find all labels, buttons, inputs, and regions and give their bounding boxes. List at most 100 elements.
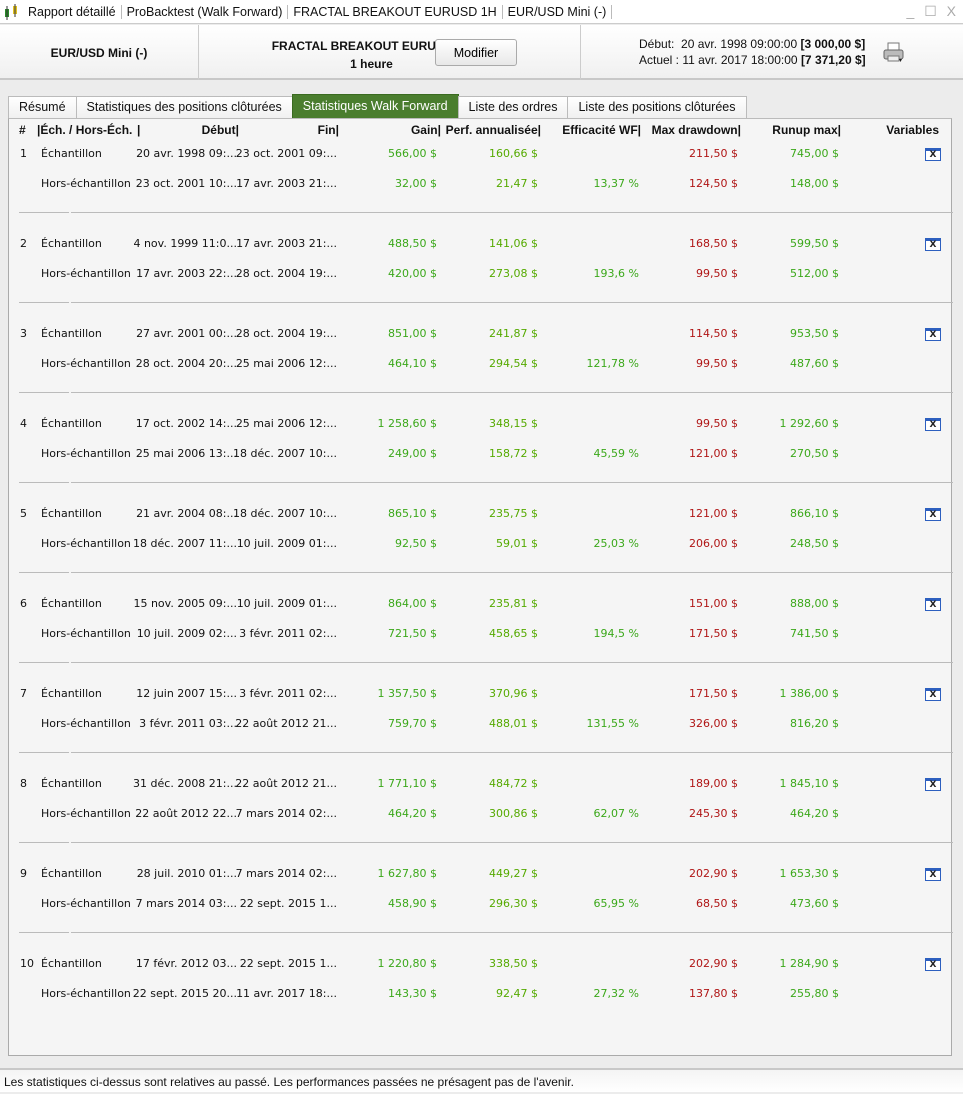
tab-statistiques-des-positions-cl-tur-es[interactable]: Statistiques des positions clôturées xyxy=(75,96,293,118)
variables-icon[interactable]: X xyxy=(925,868,941,881)
variables-icon[interactable]: X xyxy=(925,778,941,791)
end-date: 18 déc. 2007 10:... xyxy=(233,447,337,460)
annualized-performance: 241,87 $ xyxy=(489,327,538,340)
max-runup: 248,50 $ xyxy=(790,537,839,550)
wf-efficiency: 131,55 % xyxy=(586,717,639,730)
max-runup: 866,10 $ xyxy=(790,507,839,520)
row-number: 10 xyxy=(20,957,34,970)
end-date: 25 mai 2006 12:... xyxy=(235,357,337,370)
end-date: 25 mai 2006 12:... xyxy=(235,417,337,430)
col-type-header[interactable]: |Éch. / Hors-Éch. xyxy=(37,123,132,137)
row-type: Hors-échantillon xyxy=(41,537,131,550)
max-runup: 1 653,30 $ xyxy=(779,867,839,880)
row-number: 6 xyxy=(20,597,27,610)
start-date: 25 mai 2006 13:... xyxy=(135,447,237,460)
max-drawdown: 168,50 $ xyxy=(689,237,738,250)
max-drawdown: 121,00 $ xyxy=(689,507,738,520)
start-date: 3 févr. 2011 03:... xyxy=(139,717,237,730)
annualized-performance: 294,54 $ xyxy=(489,357,538,370)
max-runup: 148,00 $ xyxy=(790,177,839,190)
gain: 92,50 $ xyxy=(395,537,437,550)
row-number: 4 xyxy=(20,417,27,430)
start-date: 4 nov. 1999 11:0... xyxy=(133,237,237,250)
variables-icon[interactable]: X xyxy=(925,418,941,431)
end-date: 7 mars 2014 02:... xyxy=(235,867,337,880)
variables-icon[interactable]: X xyxy=(925,508,941,521)
title-bar: Rapport détaillé ProBacktest (Walk Forwa… xyxy=(0,0,963,24)
dates-panel: Début: 20 avr. 1998 09:00:00 [3 000,00 $… xyxy=(581,25,963,80)
row-type: Hors-échantillon xyxy=(41,897,131,910)
title-segment-strategy: FRACTAL BREAKOUT EURUSD 1H xyxy=(288,4,503,19)
title-segment-probacktest: ProBacktest (Walk Forward) xyxy=(122,4,289,19)
gain: 1 220,80 $ xyxy=(377,957,437,970)
gain: 1 627,80 $ xyxy=(377,867,437,880)
start-date: 20 avr. 1998 09:... xyxy=(136,147,237,160)
gain: 1 357,50 $ xyxy=(377,687,437,700)
max-runup: 1 284,90 $ xyxy=(779,957,839,970)
annualized-performance: 488,01 $ xyxy=(489,717,538,730)
variables-icon[interactable]: X xyxy=(925,958,941,971)
max-drawdown: 202,90 $ xyxy=(689,867,738,880)
tab-liste-des-ordres[interactable]: Liste des ordres xyxy=(457,96,569,118)
tab-r-sum-[interactable]: Résumé xyxy=(8,96,77,118)
col-gain-header[interactable]: Gain| xyxy=(411,123,441,137)
annualized-performance: 300,86 $ xyxy=(489,807,538,820)
max-runup: 741,50 $ xyxy=(790,627,839,640)
col-sep-header[interactable]: | xyxy=(137,123,140,137)
end-date: 17 avr. 2003 21:... xyxy=(236,237,337,250)
variables-icon[interactable]: X xyxy=(925,238,941,251)
start-date: 28 juil. 2010 01:... xyxy=(136,867,237,880)
gain: 1 771,10 $ xyxy=(377,777,437,790)
gain: 249,00 $ xyxy=(388,447,437,460)
col-number-header[interactable]: # xyxy=(19,123,26,137)
row-type: Échantillon xyxy=(41,867,102,880)
start-date: 7 mars 2014 03:... xyxy=(135,897,237,910)
max-runup: 599,50 $ xyxy=(790,237,839,250)
row-number: 8 xyxy=(20,777,27,790)
wf-efficiency: 194,5 % xyxy=(593,627,639,640)
row-type: Hors-échantillon xyxy=(41,177,131,190)
max-drawdown: 151,00 $ xyxy=(689,597,738,610)
row-number: 5 xyxy=(20,507,27,520)
col-max-runup-header[interactable]: Runup max| xyxy=(772,123,841,137)
variables-icon[interactable]: X xyxy=(925,328,941,341)
annualized-performance: 158,72 $ xyxy=(489,447,538,460)
col-end-header[interactable]: Fin| xyxy=(318,123,339,137)
variables-icon[interactable]: X xyxy=(925,688,941,701)
col-annual-perf-header[interactable]: Perf. annualisée| xyxy=(446,123,541,137)
row-type: Échantillon xyxy=(41,597,102,610)
variables-icon[interactable]: X xyxy=(925,598,941,611)
row-type: Échantillon xyxy=(41,777,102,790)
max-drawdown: 202,90 $ xyxy=(689,957,738,970)
row-type: Hors-échantillon xyxy=(41,267,131,280)
tab-liste-des-positions-cl-tur-es[interactable]: Liste des positions clôturées xyxy=(567,96,747,118)
gain: 864,00 $ xyxy=(388,597,437,610)
walk-forward-table: # |Éch. / Hors-Éch. | Début| Fin| Gain| Perf. … xyxy=(8,118,953,1056)
annualized-performance: 92,47 $ xyxy=(496,987,538,1000)
row-type: Échantillon xyxy=(41,687,102,700)
start-date: 12 juin 2007 15:... xyxy=(136,687,237,700)
col-max-drawdown-header[interactable]: Max drawdown| xyxy=(652,123,741,137)
annualized-performance: 348,15 $ xyxy=(489,417,538,430)
end-date: 22 sept. 2015 1... xyxy=(239,957,337,970)
col-start-header[interactable]: Début| xyxy=(202,123,239,137)
max-drawdown: 326,00 $ xyxy=(689,717,738,730)
max-runup: 1 845,10 $ xyxy=(779,777,839,790)
row-type: Hors-échantillon xyxy=(41,357,131,370)
modify-button[interactable]: Modifier xyxy=(435,39,517,66)
col-wf-efficiency-header[interactable]: Efficacité WF| xyxy=(562,123,641,137)
variables-icon[interactable]: X xyxy=(925,148,941,161)
printer-icon[interactable] xyxy=(883,42,905,64)
row-type: Échantillon xyxy=(41,147,102,160)
max-drawdown: 245,30 $ xyxy=(689,807,738,820)
row-separator xyxy=(19,662,953,663)
gain: 464,20 $ xyxy=(388,807,437,820)
max-drawdown: 99,50 $ xyxy=(696,267,738,280)
tab-bar: Résumé Statistiques des positions clôturé… xyxy=(8,94,747,118)
col-variables-header[interactable]: Variables xyxy=(886,123,939,137)
row-separator xyxy=(19,302,953,303)
max-drawdown: 211,50 $ xyxy=(689,147,738,160)
start-date: 17 oct. 2002 14:... xyxy=(135,417,237,430)
tab-statistiques-walk-forward[interactable]: Statistiques Walk Forward xyxy=(291,94,459,118)
window-controls[interactable]: _ ☐ X xyxy=(907,3,959,20)
